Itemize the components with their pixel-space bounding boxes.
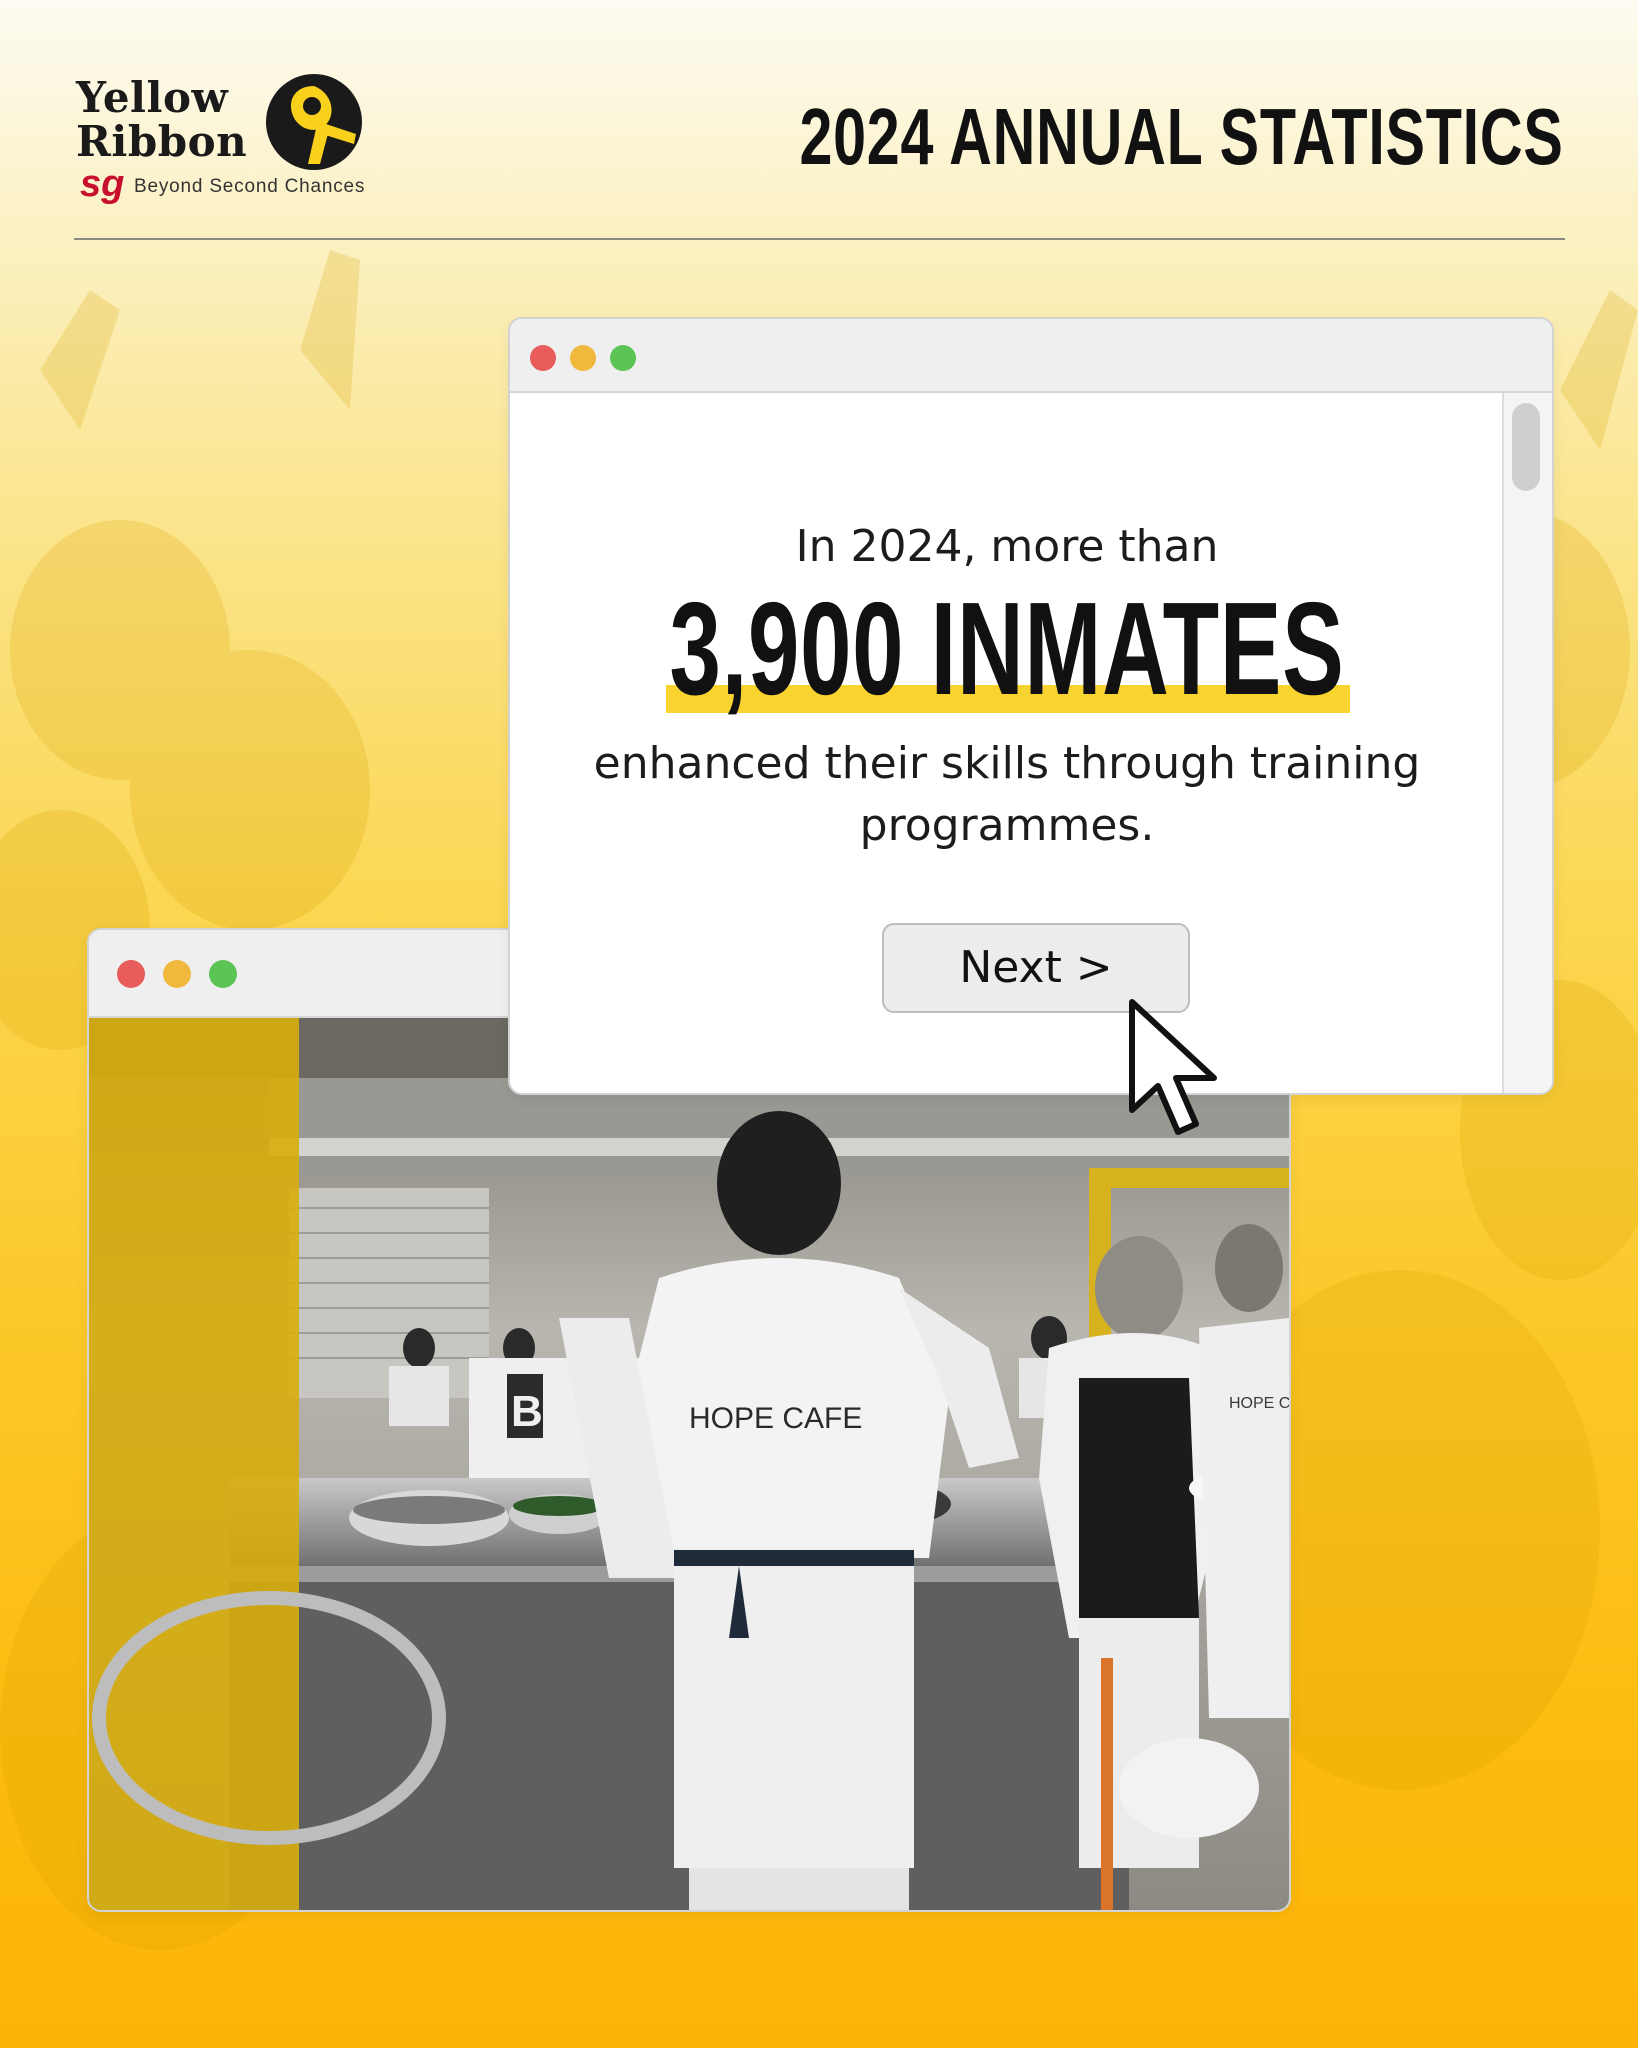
ribbon-mark-icon: [266, 74, 362, 170]
close-dot-icon[interactable]: [530, 345, 556, 371]
page-title: 2024 ANNUAL STATISTICS: [799, 92, 1564, 181]
mouse-pointer-icon: [1129, 999, 1217, 1135]
apron-text-main: HOPE CAFE: [689, 1402, 862, 1435]
maximize-dot-icon[interactable]: [209, 960, 237, 988]
yellow-ribbon-logo: Yellow Ribbon sg Beyond Second Chances: [76, 72, 366, 212]
header-divider: [74, 238, 1565, 240]
close-dot-icon[interactable]: [117, 960, 145, 988]
kitchen-training-photo: B HOPE CAFE HOPE CA: [89, 1018, 1289, 1910]
stat-window-titlebar: [510, 319, 1552, 393]
stat-description: enhanced their skills through training p…: [593, 738, 1421, 851]
logo-tagline: Beyond Second Chances: [134, 176, 366, 197]
scrollbar-thumb[interactable]: [1512, 403, 1540, 491]
scrollbar-track[interactable]: [1502, 393, 1552, 1093]
stat-lead-text: In 2024, more than: [795, 521, 1219, 572]
sign-text: B: [511, 1387, 543, 1436]
apron-text-side: HOPE CA: [1229, 1395, 1289, 1412]
big-stat-number: 3,900 INMATES: [669, 575, 1345, 722]
minimize-dot-icon[interactable]: [570, 345, 596, 371]
stat-content: In 2024, more than 3,900 INMATES enhance…: [510, 393, 1504, 1093]
big-stat-block: 3,900 INMATES: [510, 581, 1504, 721]
stat-window: In 2024, more than 3,900 INMATES enhance…: [508, 317, 1554, 1095]
logo-sg: sg: [80, 163, 125, 205]
logo-word-yellow: Yellow: [76, 73, 229, 122]
logo-word-ribbon: Ribbon: [76, 117, 248, 166]
minimize-dot-icon[interactable]: [163, 960, 191, 988]
maximize-dot-icon[interactable]: [610, 345, 636, 371]
